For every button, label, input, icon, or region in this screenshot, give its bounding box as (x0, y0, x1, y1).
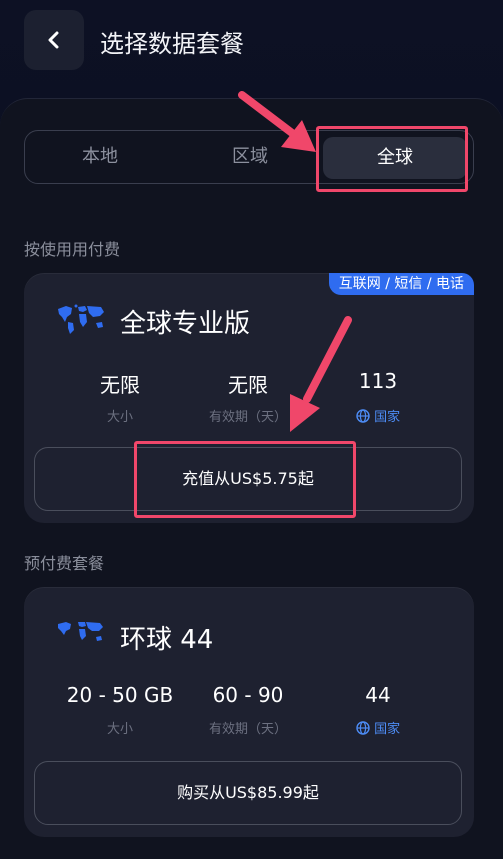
annotation-arrow-topup (290, 316, 352, 432)
